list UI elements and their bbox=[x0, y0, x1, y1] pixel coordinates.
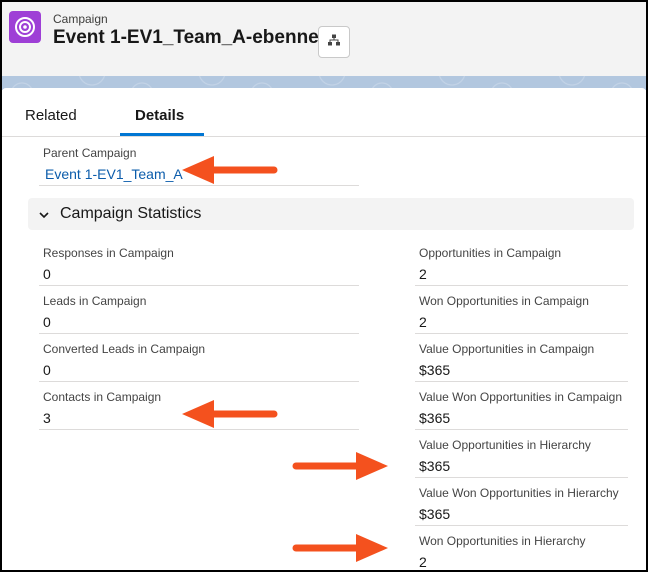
responses-in-campaign-label: Responses in Campaign bbox=[43, 246, 174, 260]
hierarchy-icon bbox=[328, 33, 340, 51]
active-tab-indicator bbox=[120, 133, 204, 136]
value-opportunities-label: Value Opportunities in Campaign bbox=[419, 342, 595, 356]
chevron-down-icon bbox=[38, 208, 50, 226]
field-divider bbox=[415, 381, 628, 382]
won-opportunities-label: Won Opportunities in Campaign bbox=[419, 294, 589, 308]
responses-in-campaign-value: 0 bbox=[43, 266, 51, 282]
won-opportunities-hierarchy-label: Won Opportunities in Hierarchy bbox=[419, 534, 586, 548]
parent-campaign-label: Parent Campaign bbox=[43, 146, 137, 160]
campaign-target-icon bbox=[9, 11, 41, 43]
value-opportunities-value: $365 bbox=[419, 362, 451, 378]
won-opportunities-hierarchy-value: 2 bbox=[419, 554, 427, 570]
field-divider bbox=[415, 285, 628, 286]
value-won-opportunities-hierarchy-label: Value Won Opportunities in Hierarchy bbox=[419, 486, 619, 500]
record-title: Event 1-EV1_Team_A-ebennett bbox=[53, 27, 332, 48]
field-divider bbox=[39, 381, 359, 382]
field-divider bbox=[415, 429, 628, 430]
section-title: Campaign Statistics bbox=[60, 205, 202, 222]
object-type-label: Campaign bbox=[53, 12, 108, 26]
details-card: Related Details Parent Campaign Event 1-… bbox=[2, 88, 646, 570]
field-divider bbox=[39, 333, 359, 334]
parent-campaign-link[interactable]: Event 1-EV1_Team_A bbox=[45, 166, 183, 182]
view-hierarchy-button[interactable] bbox=[318, 26, 350, 58]
campaign-statistics-section-header[interactable]: Campaign Statistics bbox=[28, 198, 634, 230]
field-divider bbox=[415, 525, 628, 526]
annotation-arrow-left-icon bbox=[182, 400, 278, 428]
contacts-in-campaign-value: 3 bbox=[43, 410, 51, 426]
annotation-arrow-left-icon bbox=[182, 156, 278, 184]
record-page: Campaign Event 1-EV1_Team_A-ebennett Rel… bbox=[0, 0, 648, 572]
converted-leads-value: 0 bbox=[43, 362, 51, 378]
value-won-opportunities-value: $365 bbox=[419, 410, 451, 426]
converted-leads-label: Converted Leads in Campaign bbox=[43, 342, 206, 356]
tab-details[interactable]: Details bbox=[135, 107, 184, 124]
field-divider bbox=[415, 477, 628, 478]
annotation-arrow-right-icon bbox=[292, 534, 388, 562]
record-tabs: Related Details bbox=[2, 88, 646, 137]
value-opportunities-hierarchy-label: Value Opportunities in Hierarchy bbox=[419, 438, 591, 452]
opportunities-in-campaign-label: Opportunities in Campaign bbox=[419, 246, 562, 260]
tab-related[interactable]: Related bbox=[25, 107, 77, 124]
field-divider bbox=[39, 285, 359, 286]
leads-in-campaign-label: Leads in Campaign bbox=[43, 294, 147, 308]
value-won-opportunities-label: Value Won Opportunities in Campaign bbox=[419, 390, 623, 404]
opportunities-in-campaign-value: 2 bbox=[419, 266, 427, 282]
field-divider bbox=[415, 333, 628, 334]
contacts-in-campaign-label: Contacts in Campaign bbox=[43, 390, 162, 404]
value-opportunities-hierarchy-value: $365 bbox=[419, 458, 451, 474]
record-header: Campaign Event 1-EV1_Team_A-ebennett bbox=[2, 2, 646, 76]
value-won-opportunities-hierarchy-value: $365 bbox=[419, 506, 451, 522]
leads-in-campaign-value: 0 bbox=[43, 314, 51, 330]
annotation-arrow-right-icon bbox=[292, 452, 388, 480]
won-opportunities-value: 2 bbox=[419, 314, 427, 330]
